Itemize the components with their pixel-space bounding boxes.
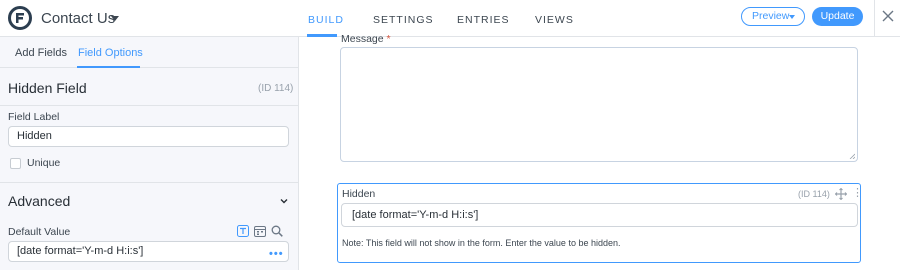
- form-builder-canvas: Message * Hidden (ID 114) ⋮ [date format…: [300, 33, 900, 270]
- chevron-down-icon: [789, 15, 795, 19]
- field-options-sidebar: Add Fields Field Options Hidden Field (I…: [0, 37, 299, 270]
- hidden-field-card[interactable]: Hidden (ID 114) ⋮ [date format='Y-m-d H:…: [337, 183, 863, 263]
- move-icon[interactable]: [835, 188, 847, 200]
- search-icon[interactable]: [271, 225, 283, 237]
- form-title-caret-icon[interactable]: [111, 16, 119, 21]
- close-icon[interactable]: [880, 8, 896, 24]
- default-value-input[interactable]: [date format='Y-m-d H:i:s']: [8, 241, 289, 262]
- field-type-heading: Hidden Field: [8, 80, 87, 96]
- sidebar-tabs: Add Fields Field Options: [0, 37, 298, 68]
- hidden-field-value-input[interactable]: [date format='Y-m-d H:i:s']: [341, 203, 858, 227]
- chevron-down-icon[interactable]: [280, 197, 288, 205]
- shortcode-icon[interactable]: [237, 225, 249, 237]
- hidden-field-label[interactable]: Hidden: [342, 188, 375, 200]
- formidable-logo-icon[interactable]: [8, 6, 32, 30]
- top-bar: Contact Us BUILD SETTINGS ENTRIES VIEWS …: [0, 0, 900, 37]
- default-value-caption: Default Value: [8, 226, 71, 238]
- message-textarea[interactable]: [340, 47, 858, 162]
- tab-field-options[interactable]: Field Options: [78, 47, 143, 59]
- message-label-text: Message: [341, 33, 384, 45]
- unique-label: Unique: [27, 157, 61, 169]
- vertical-dots-icon[interactable]: ⋮: [852, 187, 863, 199]
- tab-add-fields[interactable]: Add Fields: [15, 47, 67, 59]
- form-title[interactable]: Contact Us: [41, 10, 115, 27]
- tab-settings[interactable]: SETTINGS: [373, 14, 434, 26]
- close-divider: [874, 0, 875, 36]
- message-field-label[interactable]: Message *: [341, 33, 391, 45]
- tab-build[interactable]: BUILD: [308, 14, 344, 26]
- tab-views[interactable]: VIEWS: [535, 14, 574, 26]
- more-dots-icon[interactable]: •••: [269, 248, 284, 260]
- advanced-section-heading[interactable]: Advanced: [8, 193, 70, 209]
- hidden-field-note: Note: This field will not show in the fo…: [342, 238, 621, 248]
- resize-grip-icon[interactable]: [849, 153, 855, 159]
- tab-field-options-underline: [77, 66, 140, 68]
- preview-button[interactable]: Preview: [741, 7, 805, 26]
- unique-checkbox[interactable]: [10, 158, 21, 169]
- divider: [0, 182, 298, 183]
- field-id-label: (ID 114): [258, 83, 294, 94]
- preview-button-label: Preview: [752, 10, 790, 22]
- field-label-input[interactable]: Hidden: [8, 126, 289, 147]
- tab-entries[interactable]: ENTRIES: [457, 14, 510, 26]
- divider: [0, 105, 298, 106]
- update-button[interactable]: Update: [812, 7, 863, 26]
- calendar-icon[interactable]: [254, 225, 266, 237]
- field-label-caption: Field Label: [8, 111, 60, 123]
- required-mark: *: [386, 33, 391, 45]
- hidden-field-id: (ID 114): [798, 189, 830, 199]
